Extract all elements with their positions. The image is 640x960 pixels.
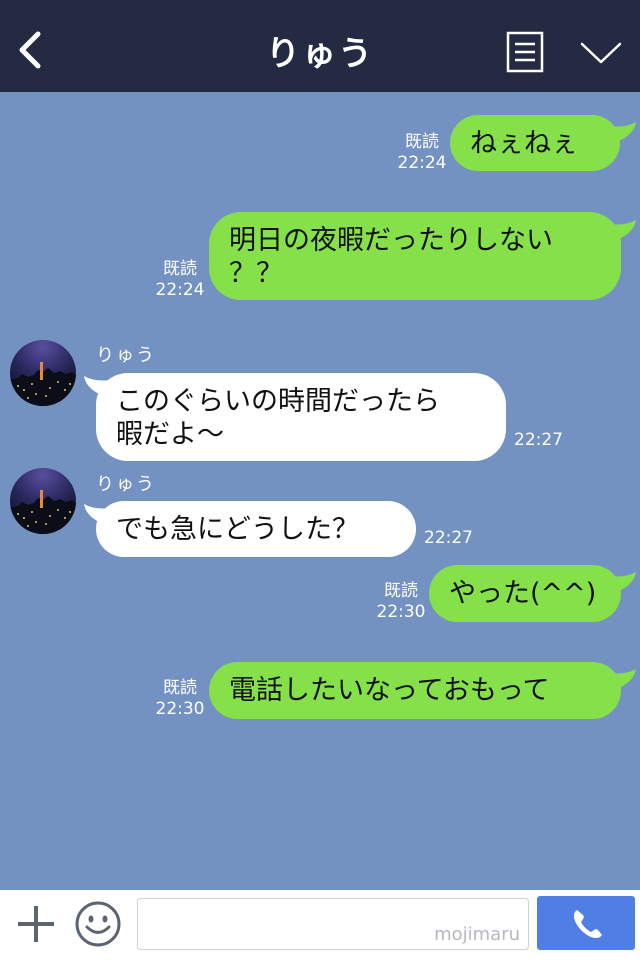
message-bubble[interactable]: ねぇねぇ [450,115,620,171]
message-bubble[interactable]: でも急にどうした？ [96,501,416,557]
call-button[interactable] [537,896,635,950]
message-text: やった(^^) [449,578,597,609]
menu-button[interactable] [506,31,544,73]
message-time: 22:30 [376,602,426,622]
sender-name: りゅう [96,345,156,366]
menu-lines-icon [506,31,544,73]
chat-header: りゅう [0,0,640,92]
message-bubble[interactable]: やった(^^) [429,565,621,622]
read-receipt: 既読 22:24 [394,132,450,174]
chevron-down-icon [580,42,622,64]
message-time: 22:24 [155,280,205,300]
input-bar: mojimaru [0,890,640,960]
message-time: 22:24 [397,153,447,173]
emoji-button[interactable] [74,900,122,948]
message-time: 22:27 [424,528,473,548]
message-text: 明日の夜暇だったりしない ？？ [229,225,553,289]
sender-name: りゅう [96,474,156,495]
read-label: 既読 [405,132,439,152]
phone-icon [573,910,602,939]
message-bubble[interactable]: 電話したいなっておもって [209,662,621,719]
message-text: ねぇねぇ [470,128,578,159]
message-text: でも急にどうした？ [116,514,359,545]
message-input[interactable]: mojimaru [137,898,529,950]
read-label: 既読 [163,259,197,279]
avatar[interactable] [10,468,76,534]
message-time: 22:27 [514,430,563,450]
message-text: 電話したいなっておもって [229,675,550,706]
read-receipt: 既読 22:24 [152,259,208,301]
read-label: 既読 [384,581,418,601]
message-bubble[interactable]: 明日の夜暇だったりしない ？？ [209,212,621,300]
smiley-icon [75,901,121,947]
message-bubble[interactable]: このぐらいの時間だったら 暇だよ〜 [96,373,506,461]
read-receipt: 既読 22:30 [152,678,208,720]
plus-icon [18,906,54,942]
read-receipt: 既読 22:30 [373,581,429,623]
message-text: このぐらいの時間だったら 暇だよ〜 [116,386,440,450]
read-label: 既読 [163,678,197,698]
attach-button[interactable] [16,904,56,944]
watermark: mojimaru [434,924,520,945]
collapse-button[interactable] [578,38,624,68]
city-night-photo [10,490,76,534]
chat-title: りゅう [266,34,374,74]
avatar[interactable] [10,340,76,406]
message-time: 22:30 [155,699,205,719]
city-night-photo [10,362,76,406]
